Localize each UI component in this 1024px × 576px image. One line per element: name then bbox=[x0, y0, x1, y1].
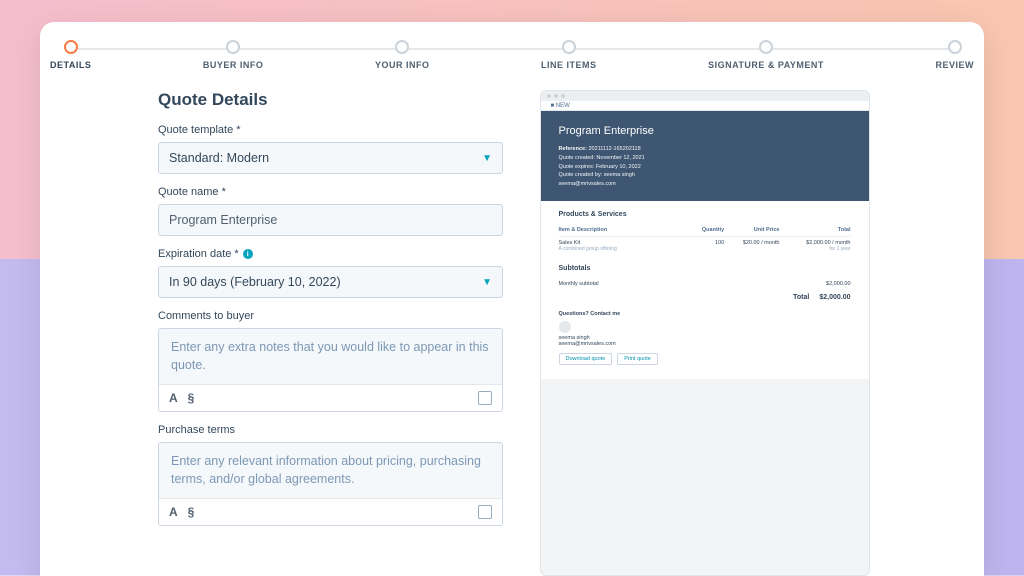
col-price: Unit Price bbox=[724, 227, 779, 233]
comments-textarea[interactable]: Enter any extra notes that you would lik… bbox=[158, 328, 503, 412]
questions-heading: Questions? Contact me bbox=[559, 311, 851, 317]
step-label: LINE ITEMS bbox=[541, 60, 597, 70]
step-label: DETAILS bbox=[50, 60, 91, 70]
ref-value: 20211112-165202118 bbox=[588, 146, 640, 152]
expires-value: February 10, 2022 bbox=[596, 164, 641, 170]
expiration-label: Expiration date * i bbox=[158, 248, 503, 260]
step-details[interactable]: DETAILS bbox=[50, 40, 91, 70]
expiration-select[interactable]: In 90 days (February 10, 2022) ▼ bbox=[158, 266, 503, 298]
step-dot-icon bbox=[759, 40, 773, 54]
createdby-label: Quote created by: bbox=[559, 172, 603, 178]
info-icon[interactable]: i bbox=[243, 249, 253, 259]
quote-name-input[interactable]: Program Enterprise bbox=[158, 204, 503, 236]
quote-editor-panel: DETAILS BUYER INFO YOUR INFO LINE ITEMS … bbox=[40, 22, 984, 576]
print-quote-button[interactable]: Print quote bbox=[617, 353, 658, 365]
step-dot-icon bbox=[64, 40, 78, 54]
createdby-value: seema singh bbox=[604, 172, 635, 178]
step-your-info[interactable]: YOUR INFO bbox=[375, 40, 430, 70]
subtotals: Subtotals Monthly subtotal $2,000.00 Tot… bbox=[559, 265, 851, 301]
expiration-value: In 90 days (February 10, 2022) bbox=[169, 275, 341, 289]
editor-toolbar: A § bbox=[159, 498, 502, 525]
quote-name-value: Program Enterprise bbox=[169, 213, 277, 227]
step-review[interactable]: REVIEW bbox=[935, 40, 974, 70]
terms-textarea[interactable]: Enter any relevant information about pri… bbox=[158, 442, 503, 526]
url-badge: ■ NEW bbox=[551, 103, 570, 109]
browser-urlbar: ■ NEW bbox=[541, 101, 869, 111]
template-select[interactable]: Standard: Modern ▼ bbox=[158, 142, 503, 174]
expand-icon[interactable] bbox=[478, 505, 492, 519]
quote-header: Program Enterprise Reference: 20211112-1… bbox=[541, 111, 869, 201]
quote-details-form: Quote Details Quote template * Standard:… bbox=[158, 90, 503, 576]
step-dot-icon bbox=[226, 40, 240, 54]
total-value: $2,000.00 bbox=[819, 294, 850, 301]
page-title: Quote Details bbox=[158, 90, 503, 110]
contact-block: Questions? Contact me seema singh seema@… bbox=[559, 311, 851, 365]
template-label: Quote template * bbox=[158, 124, 503, 136]
subtotals-heading: Subtotals bbox=[559, 265, 851, 272]
quote-meta: Reference: 20211112-165202118 Quote crea… bbox=[559, 145, 851, 189]
line-items-header: Item & Description Quantity Unit Price T… bbox=[559, 224, 851, 237]
chevron-down-icon: ▼ bbox=[482, 153, 492, 164]
col-item: Item & Description bbox=[559, 227, 685, 233]
step-dot-icon bbox=[395, 40, 409, 54]
created-label: Quote created: bbox=[559, 155, 595, 161]
avatar bbox=[559, 321, 571, 333]
wizard-stepper: DETAILS BUYER INFO YOUR INFO LINE ITEMS … bbox=[50, 40, 974, 80]
step-line-items[interactable]: LINE ITEMS bbox=[541, 40, 597, 70]
line-desc: A combined group offering bbox=[559, 246, 685, 252]
monthly-label: Monthly subtotal bbox=[559, 281, 599, 287]
expand-icon[interactable] bbox=[478, 391, 492, 405]
attachment-button[interactable]: § bbox=[188, 391, 195, 405]
line-qty: 100 bbox=[685, 240, 724, 252]
terms-placeholder: Enter any relevant information about pri… bbox=[159, 443, 502, 498]
quote-name-label: Quote name * bbox=[158, 186, 503, 198]
comments-label: Comments to buyer bbox=[158, 310, 503, 322]
chevron-down-icon: ▼ bbox=[482, 277, 492, 288]
step-label: YOUR INFO bbox=[375, 60, 430, 70]
comments-placeholder: Enter any extra notes that you would lik… bbox=[159, 329, 502, 384]
step-label: BUYER INFO bbox=[203, 60, 264, 70]
step-label: SIGNATURE & PAYMENT bbox=[708, 60, 824, 70]
col-total: Total bbox=[779, 227, 850, 233]
total-label: Total bbox=[793, 294, 809, 301]
preview-browser: ■ NEW Program Enterprise Reference: 2021… bbox=[540, 90, 870, 576]
col-qty: Quantity bbox=[685, 227, 724, 233]
monthly-value: $2,000.00 bbox=[826, 281, 850, 287]
quote-title: Program Enterprise bbox=[559, 125, 851, 137]
attachment-button[interactable]: § bbox=[188, 505, 195, 519]
step-dot-icon bbox=[948, 40, 962, 54]
editor-toolbar: A § bbox=[159, 384, 502, 411]
contact-email: seema@mrivsales.com bbox=[559, 341, 851, 347]
download-quote-button[interactable]: Download quote bbox=[559, 353, 613, 365]
line-item-row: Sales Kit A combined group offering 100 … bbox=[559, 237, 851, 255]
terms-label: Purchase terms bbox=[158, 424, 503, 436]
browser-titlebar bbox=[541, 91, 869, 101]
step-dot-icon bbox=[562, 40, 576, 54]
ref-label: Reference: bbox=[559, 146, 587, 152]
expires-label: Quote expires: bbox=[559, 164, 595, 170]
step-signature-payment[interactable]: SIGNATURE & PAYMENT bbox=[708, 40, 824, 70]
font-style-button[interactable]: A bbox=[169, 391, 178, 405]
line-price: $20.00 / month bbox=[724, 240, 779, 252]
quote-preview: ■ NEW Program Enterprise Reference: 2021… bbox=[533, 90, 876, 576]
expiration-label-text: Expiration date * bbox=[158, 248, 239, 260]
step-label: REVIEW bbox=[935, 60, 974, 70]
template-value: Standard: Modern bbox=[169, 151, 269, 165]
line-term: for 1 year bbox=[779, 246, 850, 252]
step-buyer-info[interactable]: BUYER INFO bbox=[203, 40, 264, 70]
font-style-button[interactable]: A bbox=[169, 505, 178, 519]
creator-email: seema@mrivsales.com bbox=[559, 180, 851, 189]
created-value: November 12, 2021 bbox=[596, 155, 644, 161]
products-heading: Products & Services bbox=[559, 211, 851, 218]
quote-body: Products & Services Item & Description Q… bbox=[541, 201, 869, 379]
